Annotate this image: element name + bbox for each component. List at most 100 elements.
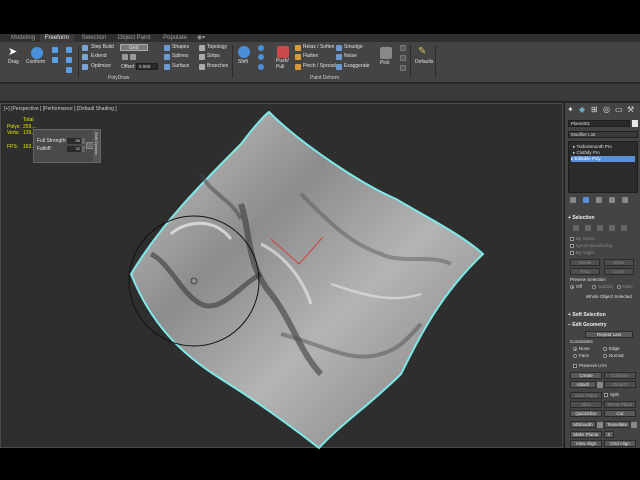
- shrink-button[interactable]: Shrink: [570, 259, 600, 266]
- brush-icon[interactable]: [258, 54, 264, 60]
- slice-button[interactable]: Slice: [570, 401, 602, 408]
- grid-align-button[interactable]: Grid Align: [604, 440, 636, 447]
- reset-plane-button[interactable]: Reset Plane: [604, 401, 636, 408]
- hierarchy-tab-icon[interactable]: ⊞: [591, 105, 602, 115]
- display-tab-icon[interactable]: ▭: [615, 105, 626, 115]
- utilities-tab-icon[interactable]: ⚒: [627, 105, 638, 115]
- view-align-button[interactable]: View Align: [570, 440, 602, 447]
- paint-deform-group-label[interactable]: Paint Deform: [310, 75, 339, 81]
- surface-button[interactable]: Surface: [172, 63, 189, 70]
- falloff-spinner[interactable]: 32: [67, 146, 81, 152]
- object-color-swatch[interactable]: [632, 120, 638, 127]
- strips-button[interactable]: Strips: [207, 53, 220, 60]
- motion-tab-icon[interactable]: ◎: [603, 105, 614, 115]
- grid-option-icon[interactable]: [122, 54, 128, 60]
- quickslice-button[interactable]: QuickSlice: [570, 410, 602, 417]
- edit-geometry-rollout[interactable]: − Edit Geometry: [568, 322, 638, 329]
- constraint-none-radio[interactable]: [573, 347, 577, 351]
- by-angle-checkbox[interactable]: [570, 251, 574, 255]
- loop-button[interactable]: Loop: [604, 268, 634, 275]
- topology-button[interactable]: Topology: [207, 44, 227, 51]
- configure-sets-icon[interactable]: [622, 197, 628, 203]
- stack-item-editable-poly[interactable]: ▸ Editable Poly: [571, 156, 635, 162]
- create-button[interactable]: Create: [570, 372, 602, 379]
- vertex-mode-icon[interactable]: [573, 225, 579, 231]
- grid-button[interactable]: Grid: [120, 44, 148, 51]
- tab-selection[interactable]: Selection: [76, 34, 112, 43]
- tab-modeling[interactable]: Modeling: [6, 34, 40, 43]
- msmooth-button[interactable]: MSmooth: [570, 421, 596, 428]
- preview-off-radio[interactable]: [570, 285, 574, 289]
- full-strength-spinner[interactable]: 85: [67, 138, 81, 144]
- msmooth-settings-icon[interactable]: [597, 422, 603, 428]
- modify-tab-icon[interactable]: ◆: [579, 105, 590, 115]
- object-name-field[interactable]: Plane001: [568, 120, 630, 127]
- shift-options-tab[interactable]: Shift Options: [93, 130, 100, 162]
- brush-option-icon[interactable]: [400, 45, 406, 51]
- preview-multi-radio[interactable]: [617, 285, 621, 289]
- split-checkbox[interactable]: [604, 393, 608, 397]
- ignore-backfacing-checkbox[interactable]: [570, 244, 574, 248]
- exaggerate-button[interactable]: Exaggerate: [344, 63, 370, 70]
- constraint-face-radio[interactable]: [573, 354, 577, 358]
- offset-spinner[interactable]: 0.000: [136, 63, 158, 70]
- conform-brush-icon[interactable]: [66, 57, 72, 63]
- conform-brush-icon[interactable]: [66, 47, 72, 53]
- grid-option-icon[interactable]: [130, 54, 136, 60]
- tessellate-settings-icon[interactable]: [631, 422, 637, 428]
- grow-button[interactable]: Grow: [604, 259, 634, 266]
- create-tab-icon[interactable]: ✦: [567, 105, 578, 115]
- make-planar-button[interactable]: Make Planar: [570, 431, 602, 438]
- preserve-uvs-checkbox[interactable]: [573, 364, 577, 368]
- conform-brush-icon[interactable]: [52, 57, 58, 63]
- relax-soften-button[interactable]: Relax / Soften: [303, 44, 334, 51]
- polygon-mode-icon[interactable]: [609, 225, 615, 231]
- polydraw-group-label[interactable]: PolyDraw: [108, 75, 129, 81]
- preview-subobj-radio[interactable]: [592, 285, 596, 289]
- tab-freeform[interactable]: Freeform: [40, 34, 74, 43]
- pinch-spread-button[interactable]: Pinch / Spread: [303, 63, 336, 70]
- conform-brush-icon[interactable]: [52, 47, 58, 53]
- make-unique-icon[interactable]: [596, 197, 602, 203]
- ribbon-options-icon[interactable]: ◉▾: [194, 34, 208, 43]
- attach-button[interactable]: Attach: [570, 381, 596, 388]
- pin-stack-icon[interactable]: [570, 197, 576, 203]
- collapse-button[interactable]: Collapse: [604, 372, 636, 379]
- shapes-button[interactable]: Shapes: [172, 44, 189, 51]
- tessellate-button[interactable]: Tessellate: [604, 421, 630, 428]
- remove-modifier-icon[interactable]: [609, 197, 615, 203]
- constraint-normal-radio[interactable]: [603, 354, 607, 358]
- optimize-button[interactable]: Optimize: [91, 63, 111, 70]
- edge-mode-icon[interactable]: [585, 225, 591, 231]
- border-mode-icon[interactable]: [597, 225, 603, 231]
- brush-option-icon[interactable]: [400, 55, 406, 61]
- cut-button[interactable]: Cut: [604, 410, 636, 417]
- ring-button[interactable]: Ring: [570, 268, 600, 275]
- step-build-button[interactable]: Step Build: [91, 44, 114, 51]
- tab-object-paint[interactable]: Object Paint: [114, 34, 154, 43]
- slice-plane-button[interactable]: Slice Plane: [570, 392, 602, 399]
- selection-rollout[interactable]: + Selection: [568, 215, 638, 222]
- perspective-viewport[interactable]: [+] [Perspective ] [Performance ] [Defau…: [0, 103, 563, 449]
- brush-icon[interactable]: [258, 64, 264, 70]
- cloth-surface[interactable]: [129, 110, 485, 449]
- by-vertex-checkbox[interactable]: [570, 237, 574, 241]
- attach-list-icon[interactable]: [597, 382, 603, 388]
- smudge-button[interactable]: Smudge: [344, 44, 363, 51]
- noise-button[interactable]: Noise: [344, 53, 357, 60]
- falloff-spin-arrows[interactable]: [82, 146, 85, 152]
- flatten-button[interactable]: Flatten: [303, 53, 318, 60]
- splines-button[interactable]: Splines: [172, 53, 188, 60]
- full-strength-spin-arrows[interactable]: [82, 138, 85, 144]
- element-mode-icon[interactable]: [621, 225, 627, 231]
- branches-button[interactable]: Branches: [207, 63, 228, 70]
- brush-icon[interactable]: [258, 45, 264, 51]
- show-end-result-icon[interactable]: [583, 197, 589, 203]
- repeat-last-button[interactable]: Repeat Last: [585, 331, 633, 338]
- detach-button[interactable]: Detach: [604, 381, 636, 388]
- tab-populate[interactable]: Populate: [158, 34, 192, 43]
- conform-brush-icon[interactable]: [66, 67, 72, 73]
- soft-selection-rollout[interactable]: + Soft Selection: [568, 312, 638, 319]
- modifier-list-dropdown[interactable]: Modifier List: [568, 131, 638, 138]
- planar-x-button[interactable]: X: [604, 431, 614, 438]
